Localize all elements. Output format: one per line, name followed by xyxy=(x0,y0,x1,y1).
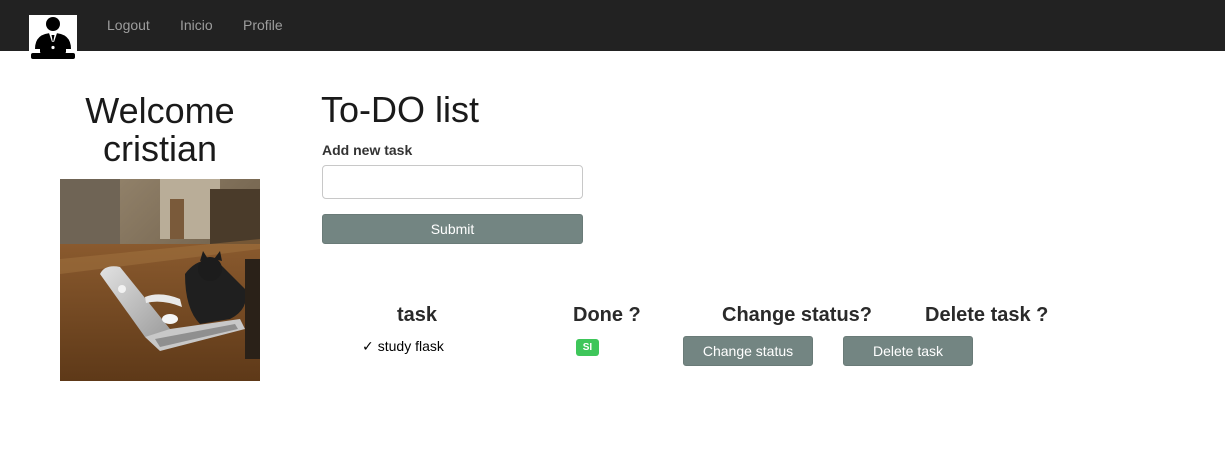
profile-photo xyxy=(60,179,260,381)
task-name: study flask xyxy=(377,338,444,354)
change-status-button[interactable]: Change status xyxy=(683,336,813,366)
column-header-task: task xyxy=(397,304,438,326)
submit-button[interactable]: Submit xyxy=(322,214,583,244)
navbar: Logout Inicio Profile xyxy=(0,0,1225,61)
column-header-delete-task: Delete task ? xyxy=(925,304,1049,326)
new-task-input[interactable] xyxy=(322,165,583,199)
page-title: To-DO list xyxy=(321,89,480,130)
username-text: cristian xyxy=(102,128,218,169)
new-task-label: Add new task xyxy=(322,142,413,158)
column-header-done: Done ? xyxy=(573,304,641,326)
delete-task-button[interactable]: Delete task xyxy=(843,336,973,366)
nav-inicio-link[interactable]: Inicio xyxy=(180,17,213,33)
checkmark-icon: ✓ xyxy=(362,338,374,354)
task-cell: ✓ study flask xyxy=(362,338,444,355)
welcome-heading: Welcome cristian xyxy=(60,92,260,168)
column-header-change-status: Change status? xyxy=(722,304,873,326)
nav-profile-link[interactable]: Profile xyxy=(243,17,283,33)
done-status-badge: SI xyxy=(576,339,599,356)
welcome-text: Welcome xyxy=(85,90,235,131)
user-at-laptop-icon[interactable] xyxy=(29,15,77,61)
nav-logout-link[interactable]: Logout xyxy=(107,17,150,33)
